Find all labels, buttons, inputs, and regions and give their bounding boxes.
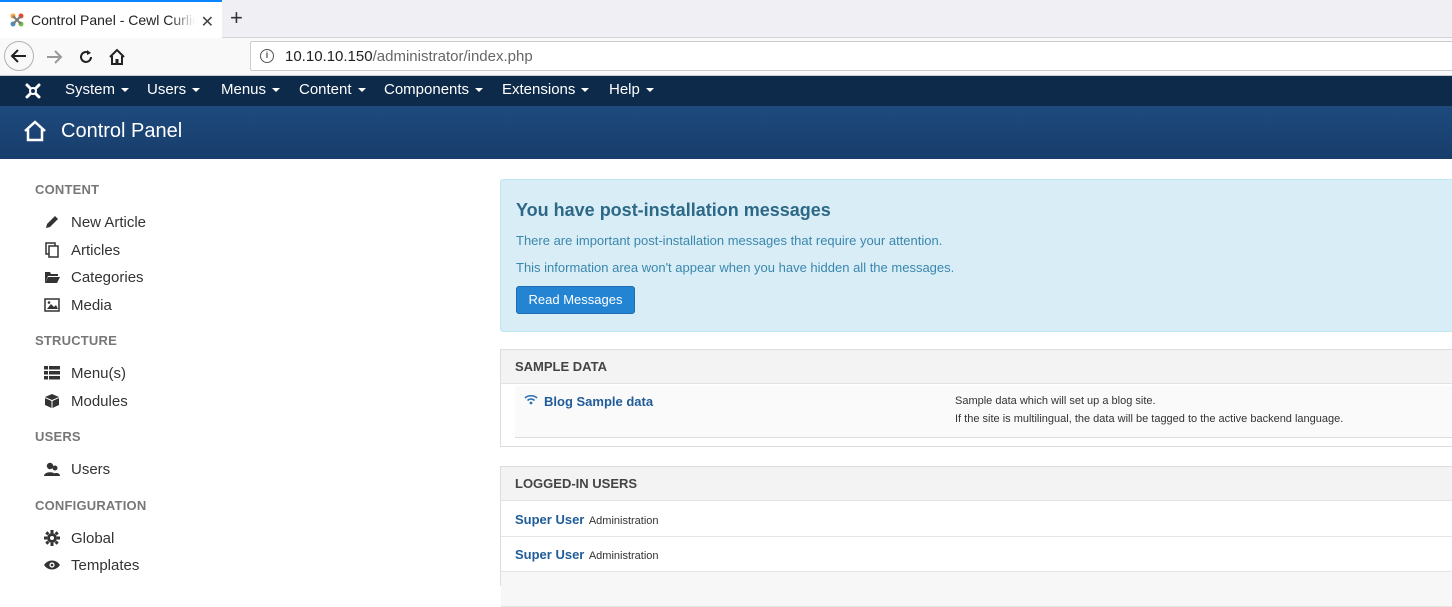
menu-system[interactable]: System <box>65 81 130 98</box>
sidebar-item-label: Global <box>71 529 115 547</box>
wifi-icon <box>524 394 538 405</box>
arrow-right-icon <box>47 50 63 64</box>
forward-button[interactable] <box>40 43 68 71</box>
user-area: Administration <box>588 550 659 562</box>
admin-menu-bar: System Users Menus Content Components Ex… <box>0 76 1452 106</box>
sidebar-item-media[interactable]: Media <box>43 296 112 314</box>
eye-icon <box>43 556 61 574</box>
sidebar-item-label: Menu(s) <box>71 364 127 382</box>
sidebar-item-label: Modules <box>71 392 128 410</box>
sidebar-item-users[interactable]: Users <box>43 460 110 478</box>
menu-content-label: Content <box>299 81 352 98</box>
menu-extensions[interactable]: Extensions <box>502 81 590 98</box>
home-icon <box>109 48 125 65</box>
sample-data-panel: SAMPLE DATA Blog Sample data Sample data… <box>500 349 1452 447</box>
alert-line-2: This information area won't appear when … <box>516 260 955 275</box>
menu-users[interactable]: Users <box>147 81 201 98</box>
alert-title: You have post-installation messages <box>516 200 831 220</box>
menu-components[interactable]: Components <box>384 81 484 98</box>
sidebar-heading-structure: STRUCTURE <box>35 333 117 348</box>
page-header: Control Panel <box>0 106 1452 159</box>
sample-data-row: Blog Sample data Sample data which will … <box>515 386 1452 438</box>
sidebar-item-label: New Article <box>71 213 147 231</box>
pencil-icon <box>43 213 61 231</box>
sidebar-item-templates[interactable]: Templates <box>43 556 139 574</box>
sidebar-heading-users: USERS <box>35 429 81 444</box>
menu-menus-label: Menus <box>221 81 267 98</box>
reload-button[interactable] <box>72 43 100 71</box>
info-icon[interactable]: i <box>260 49 274 63</box>
sidebar-item-categories[interactable]: Categories <box>43 268 144 286</box>
logged-in-users-panel: LOGGED-IN USERS Super User Administratio… <box>500 466 1452 607</box>
reload-icon <box>80 50 92 63</box>
sidebar-item-label: Media <box>71 296 112 314</box>
home-button[interactable] <box>103 43 131 71</box>
home-icon <box>24 120 46 142</box>
url-bar[interactable]: i 10.10.10.150/administrator/index.php <box>250 41 1452 71</box>
gear-icon <box>43 529 61 547</box>
sample-data-description-1: Sample data which will set up a blog sit… <box>955 395 1156 407</box>
caret-down-icon <box>192 88 201 93</box>
sidebar-heading-configuration: CONFIGURATION <box>35 498 147 513</box>
url-host: 10.10.10.150 <box>285 47 373 65</box>
caret-down-icon <box>645 88 654 93</box>
copy-icon <box>43 241 61 259</box>
logged-in-users-heading: LOGGED-IN USERS <box>501 467 1452 501</box>
joomla-favicon-icon <box>10 13 24 27</box>
browser-tab-bar: Control Panel - Cewl Curling ✕ + <box>0 0 1452 38</box>
list-icon <box>43 364 61 382</box>
menu-users-label: Users <box>147 81 187 98</box>
close-tab-icon[interactable]: ✕ <box>201 12 214 32</box>
sidebar-item-global[interactable]: Global <box>43 529 114 547</box>
user-name-link[interactable]: Super User <box>515 512 584 527</box>
sidebar-item-menus[interactable]: Menu(s) <box>43 364 126 382</box>
caret-down-icon <box>581 88 590 93</box>
alert-line-1: There are important post-installation me… <box>516 233 943 248</box>
read-messages-button[interactable]: Read Messages <box>516 286 635 314</box>
post-install-alert: You have post-installation messages Ther… <box>500 179 1452 332</box>
browser-nav-bar: i 10.10.10.150/administrator/index.php <box>0 38 1452 76</box>
folder-open-icon <box>43 268 61 286</box>
new-tab-button[interactable]: + <box>230 5 243 31</box>
users-icon <box>43 460 61 478</box>
sidebar-item-label: Articles <box>71 241 121 259</box>
page-title: Control Panel <box>61 120 183 142</box>
caret-down-icon <box>357 88 366 93</box>
menu-system-label: System <box>65 81 116 98</box>
caret-down-icon <box>475 88 484 93</box>
sidebar-item-label: Templates <box>71 556 140 574</box>
sidebar-item-modules[interactable]: Modules <box>43 392 128 410</box>
table-row: Super User Administration <box>501 502 1452 537</box>
menu-components-label: Components <box>384 81 470 98</box>
menu-help[interactable]: Help <box>609 81 654 98</box>
sample-data-heading: SAMPLE DATA <box>501 350 1452 384</box>
image-icon <box>43 296 61 314</box>
sidebar-item-articles[interactable]: Articles <box>43 241 120 259</box>
cube-icon <box>43 392 61 410</box>
blog-sample-data-link[interactable]: Blog Sample data <box>544 394 653 409</box>
menu-content[interactable]: Content <box>299 81 366 98</box>
sidebar-item-label: Users <box>71 460 111 478</box>
arrow-left-icon <box>10 49 26 63</box>
joomla-logo-icon[interactable] <box>23 81 43 101</box>
sidebar-item-label: Categories <box>71 268 144 286</box>
browser-tab[interactable]: Control Panel - Cewl Curling ✕ <box>0 0 222 38</box>
tab-title: Control Panel - Cewl Curling <box>31 12 195 28</box>
caret-down-icon <box>272 88 281 93</box>
user-name-link[interactable]: Super User <box>515 547 584 562</box>
caret-down-icon <box>121 88 130 93</box>
user-area: Administration <box>588 515 659 527</box>
sidebar-heading-content: CONTENT <box>35 182 100 197</box>
back-button[interactable] <box>4 41 34 71</box>
table-row: Super User Administration <box>501 537 1452 572</box>
sidebar-item-new-article[interactable]: New Article <box>43 213 146 231</box>
menu-menus[interactable]: Menus <box>221 81 281 98</box>
menu-extensions-label: Extensions <box>502 81 576 98</box>
url-path: /administrator/index.php <box>372 47 533 65</box>
sample-data-description-2: If the site is multilingual, the data wi… <box>955 413 1344 425</box>
menu-help-label: Help <box>609 81 640 98</box>
table-row <box>501 572 1452 607</box>
